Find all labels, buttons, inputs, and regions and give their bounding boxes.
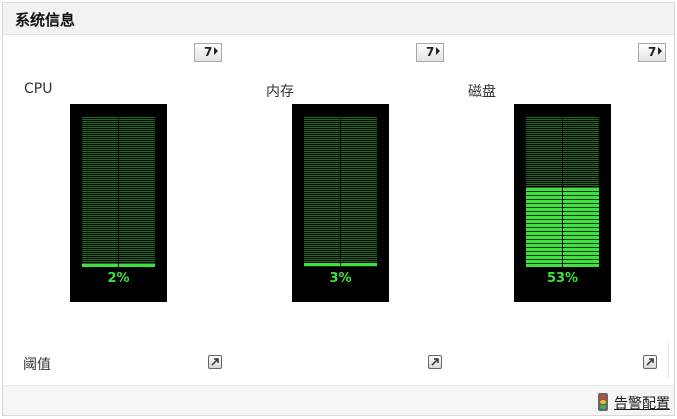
period-arrow-icon [658,47,662,55]
memory-threshold-edit-icon[interactable] [428,355,442,369]
period-label: 7 [648,45,657,59]
divider [668,343,669,379]
gauge-column-right [563,117,599,267]
memory-gauge: 3% [292,104,389,302]
memory-label: 内存 [266,84,294,100]
disk-percent: 53% [546,271,579,286]
panel-footer: 告警配置 [3,385,674,415]
gauge-column-left [526,117,562,267]
period-label: 7 [204,45,213,59]
threshold-label: 阈值 [23,357,51,373]
cpu-percent: 2% [107,271,130,286]
panel-title: 系统信息 [15,11,76,29]
period-arrow-icon [214,47,218,55]
system-info-panel: 系统信息 7 7 7 CPU 内存 磁盘 2% 3% 53% 阈值 告警配置 [2,2,675,416]
cpu-label: CPU [24,81,53,97]
gauge-fill [563,187,599,267]
disk-gauge: 53% [514,104,611,302]
alarm-config-link[interactable]: 告警配置 [614,393,670,413]
gauge-fill [119,264,155,267]
gauge-fill [526,187,562,267]
disk-period-button[interactable]: 7 [638,43,666,62]
gauge-fill [82,264,118,267]
panel-header: 系统信息 [3,3,674,35]
period-label: 7 [426,45,435,59]
disk-label: 磁盘 [468,84,496,100]
memory-percent: 3% [329,271,352,286]
cpu-period-button[interactable]: 7 [194,43,222,62]
gauge-column-left [82,117,118,267]
memory-period-button[interactable]: 7 [416,43,444,62]
cpu-gauge: 2% [70,104,167,302]
gauge-fill [341,262,377,267]
disk-threshold-edit-icon[interactable] [643,355,657,369]
gauge-column-left [304,117,340,267]
traffic-light-icon [598,393,608,411]
gauge-column-right [341,117,377,267]
gauge-fill [304,262,340,267]
cpu-threshold-edit-icon[interactable] [208,355,222,369]
period-arrow-icon [436,47,440,55]
gauge-column-right [119,117,155,267]
